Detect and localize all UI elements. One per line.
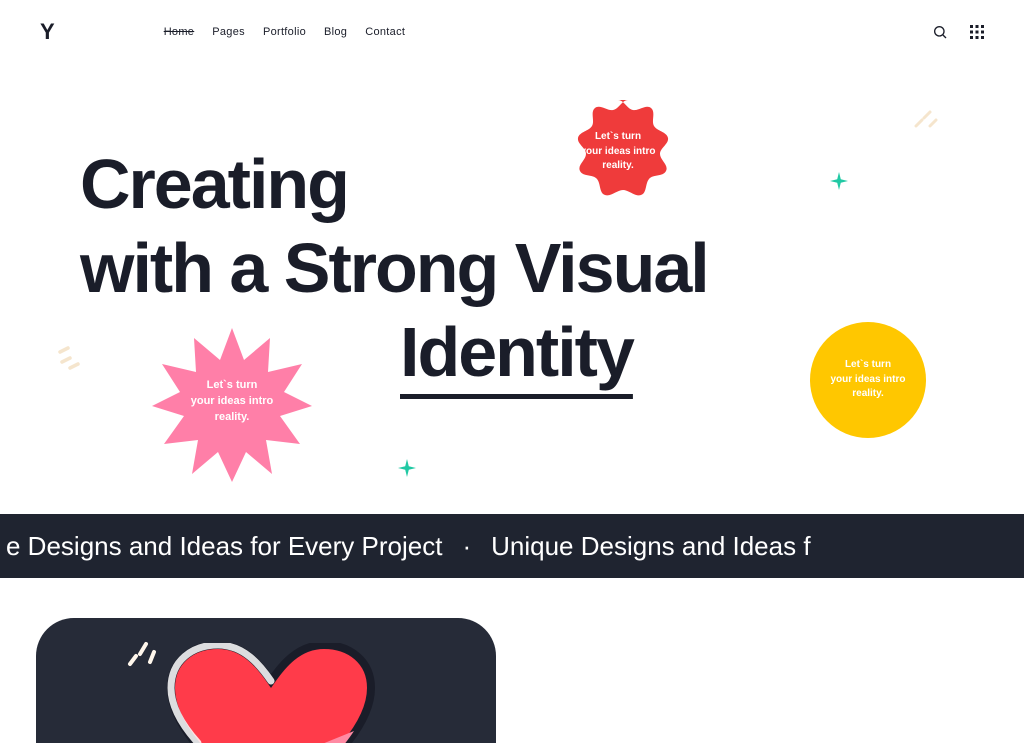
badge-line: reality. bbox=[191, 410, 274, 426]
heart-icon bbox=[166, 643, 376, 743]
sparkle-icon bbox=[398, 459, 416, 477]
badge-line: Let`s turn bbox=[191, 378, 274, 394]
badge-yellow: Let`s turn your ideas intro reality. bbox=[810, 322, 926, 438]
sparkle-lines-decoration bbox=[912, 104, 940, 137]
hero-headline: Creating with a Strong Visual Identity bbox=[80, 142, 708, 394]
badge-text: Let`s turn your ideas intro reality. bbox=[191, 378, 274, 426]
sparkle-icon bbox=[830, 172, 848, 190]
badge-line: Let`s turn bbox=[580, 130, 655, 145]
site-logo[interactable]: Y bbox=[40, 19, 54, 45]
feature-card-section bbox=[0, 578, 1024, 743]
nav-item-portfolio[interactable]: Portfolio bbox=[263, 26, 306, 38]
primary-nav: Home Pages Portfolio Blog Contact bbox=[164, 26, 406, 38]
badge-line: Let`s turn bbox=[830, 358, 905, 373]
nav-item-home[interactable]: Home bbox=[164, 26, 195, 38]
badge-text: Let`s turn your ideas intro reality. bbox=[830, 358, 905, 402]
nav-item-contact[interactable]: Contact bbox=[365, 26, 405, 38]
badge-text: Let`s turn your ideas intro reality. bbox=[580, 130, 655, 174]
site-header: Y Home Pages Portfolio Blog Contact bbox=[0, 0, 1024, 64]
marquee-banner: e Designs and Ideas for Every Project · … bbox=[0, 514, 1024, 578]
badge-line: reality. bbox=[580, 159, 655, 174]
badge-line: your ideas intro bbox=[580, 145, 655, 160]
feature-card[interactable] bbox=[36, 618, 496, 743]
search-icon bbox=[932, 24, 948, 40]
marquee-text: Unique Designs and Ideas f bbox=[485, 531, 816, 562]
header-actions bbox=[932, 24, 984, 40]
nav-item-blog[interactable]: Blog bbox=[324, 26, 347, 38]
menu-grid-button[interactable] bbox=[970, 25, 984, 39]
sparkle-lines-decoration bbox=[124, 636, 160, 677]
grid-icon bbox=[970, 25, 984, 39]
hero-section: Let`s turn your ideas intro reality. Let… bbox=[0, 64, 1024, 514]
marquee-separator: · bbox=[448, 531, 485, 562]
badge-line: your ideas intro bbox=[191, 394, 274, 410]
headline-line-1: Creating bbox=[80, 145, 348, 223]
marquee-text: e Designs and Ideas for Every Project bbox=[0, 531, 448, 562]
nav-item-pages[interactable]: Pages bbox=[212, 26, 245, 38]
headline-line-3: Identity bbox=[400, 313, 633, 391]
badge-line: reality. bbox=[830, 387, 905, 402]
search-button[interactable] bbox=[932, 24, 948, 40]
headline-line-2: with a Strong Visual bbox=[80, 229, 708, 307]
badge-line: your ideas intro bbox=[830, 373, 905, 388]
